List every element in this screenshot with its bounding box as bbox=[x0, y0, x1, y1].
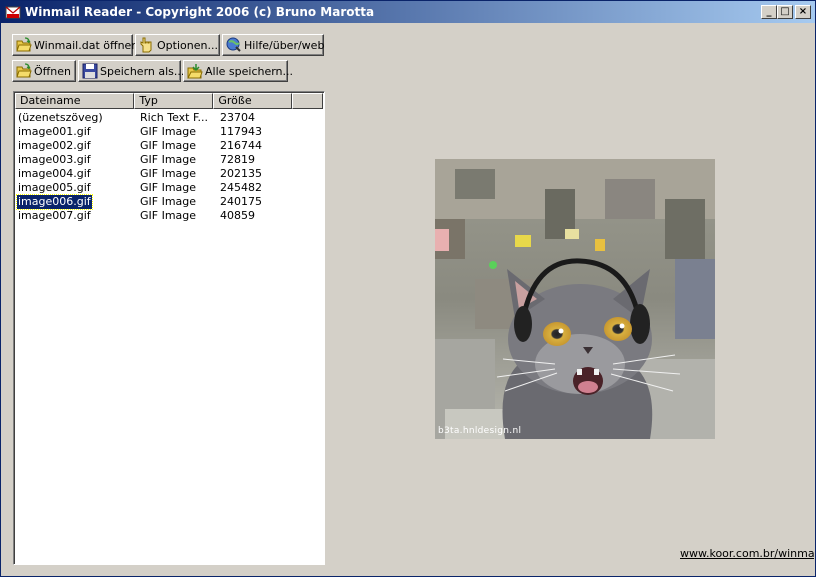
file-name: (üzenetszöveg) bbox=[18, 111, 103, 124]
help-globe-icon bbox=[226, 37, 241, 52]
list-item[interactable]: image002.gif GIF Image 216744 bbox=[15, 139, 323, 153]
file-type: GIF Image bbox=[140, 181, 197, 194]
file-name: image004.gif bbox=[18, 167, 91, 180]
minimize-button[interactable]: _ bbox=[761, 5, 777, 19]
help-label: Hilfe/über/web bbox=[244, 38, 325, 52]
list-item[interactable]: image001.gif GIF Image 117943 bbox=[15, 125, 323, 139]
file-list-rows: (üzenetszöveg) Rich Text F... 23704 image0… bbox=[15, 111, 323, 223]
options-hand-icon bbox=[140, 37, 152, 53]
image-preview bbox=[435, 159, 715, 439]
save-all-icon bbox=[187, 64, 203, 79]
title-bar[interactable]: Winmail Reader - Copyright 2006 (c) Brun… bbox=[1, 1, 815, 23]
file-type: GIF Image bbox=[140, 167, 197, 180]
close-icon: × bbox=[798, 6, 808, 17]
list-item[interactable]: image005.gif GIF Image 245482 bbox=[15, 181, 323, 195]
file-name: image006.gif bbox=[16, 194, 93, 210]
app-window: Winmail Reader - Copyright 2006 (c) Brun… bbox=[0, 0, 816, 577]
column-header-filler bbox=[292, 93, 323, 109]
app-icon bbox=[5, 6, 21, 19]
file-size: 245482 bbox=[220, 181, 262, 194]
help-button[interactable]: Hilfe/über/web bbox=[222, 34, 324, 56]
save-as-label: Speichern als... bbox=[100, 64, 185, 78]
file-size: 117943 bbox=[220, 125, 262, 138]
list-item[interactable]: image004.gif GIF Image 202135 bbox=[15, 167, 323, 181]
maximize-button[interactable]: □ bbox=[777, 5, 793, 19]
file-name: image007.gif bbox=[18, 209, 91, 222]
open-folder-icon bbox=[16, 37, 32, 52]
open-folder-icon bbox=[16, 63, 32, 78]
cat-with-headphones-image bbox=[435, 159, 715, 439]
open-winmail-button[interactable]: Winmail.dat öffnen bbox=[12, 34, 138, 56]
file-type: Rich Text F... bbox=[140, 111, 209, 124]
file-type: GIF Image bbox=[140, 153, 197, 166]
image-watermark: b3ta.hnldesign.nl bbox=[438, 426, 522, 436]
save-all-label: Alle speichern... bbox=[205, 64, 294, 78]
file-list-header: Dateiname Typ Größe bbox=[15, 93, 323, 109]
file-size: 216744 bbox=[220, 139, 262, 152]
file-name: image005.gif bbox=[18, 181, 91, 194]
list-item-selected[interactable]: image006.gif GIF Image 240175 bbox=[15, 194, 323, 210]
file-name: image003.gif bbox=[18, 153, 91, 166]
open-winmail-label: Winmail.dat öffnen bbox=[34, 38, 139, 52]
open-file-button[interactable]: Öffnen bbox=[12, 60, 76, 82]
website-link[interactable]: www.koor.com.br/winmail/d bbox=[680, 547, 814, 560]
list-item[interactable]: image003.gif GIF Image 72819 bbox=[15, 153, 323, 167]
minimize-icon: _ bbox=[766, 6, 772, 17]
file-size: 202135 bbox=[220, 167, 262, 180]
close-button[interactable]: × bbox=[795, 5, 811, 19]
maximize-icon: □ bbox=[780, 6, 790, 17]
column-header-name[interactable]: Dateiname bbox=[15, 93, 135, 109]
file-type: GIF Image bbox=[140, 125, 197, 138]
file-size: 23704 bbox=[220, 111, 255, 124]
floppy-disk-icon bbox=[82, 63, 98, 79]
window-title: Winmail Reader - Copyright 2006 (c) Brun… bbox=[25, 5, 375, 19]
file-size: 240175 bbox=[220, 195, 262, 208]
list-item[interactable]: image007.gif GIF Image 40859 bbox=[15, 209, 323, 223]
save-as-button[interactable]: Speichern als... bbox=[78, 60, 185, 82]
list-item[interactable]: (üzenetszöveg) Rich Text F... 23704 bbox=[15, 111, 323, 125]
file-list[interactable]: Dateiname Typ Größe (üzenetszöveg) Rich T… bbox=[13, 91, 325, 565]
file-size: 40859 bbox=[220, 209, 255, 222]
save-all-button[interactable]: Alle speichern... bbox=[183, 60, 293, 82]
file-size: 72819 bbox=[220, 153, 255, 166]
file-type: GIF Image bbox=[140, 209, 197, 222]
file-name: image001.gif bbox=[18, 125, 91, 138]
file-type: GIF Image bbox=[140, 195, 197, 208]
column-header-type[interactable]: Typ bbox=[134, 93, 214, 109]
column-header-size[interactable]: Größe bbox=[213, 93, 293, 109]
file-name: image002.gif bbox=[18, 139, 91, 152]
options-button[interactable]: Optionen... bbox=[135, 34, 220, 56]
options-label: Optionen... bbox=[157, 38, 218, 52]
open-file-label: Öffnen bbox=[34, 64, 71, 78]
file-type: GIF Image bbox=[140, 139, 197, 152]
